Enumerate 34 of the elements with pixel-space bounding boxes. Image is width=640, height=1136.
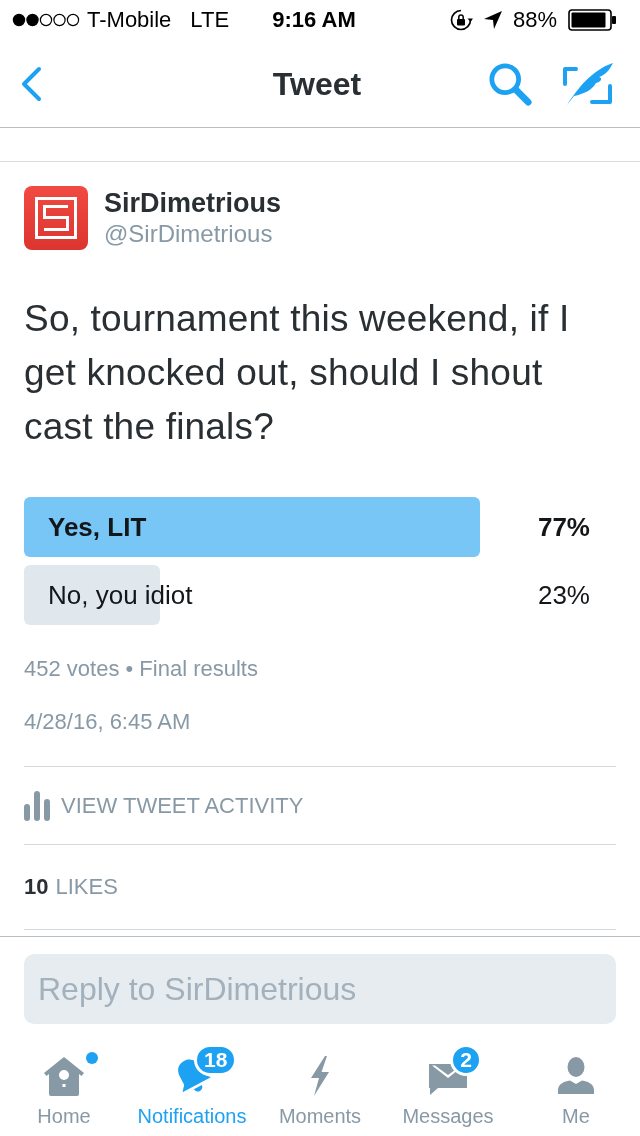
- signal-strength-icon: [12, 13, 80, 27]
- avatar-logo-icon: [24, 186, 88, 250]
- battery-percent: 88%: [512, 7, 557, 33]
- tweet-text: So, tournament this weekend, if I get knocked out, should I shout cast the finals?: [24, 297, 571, 449]
- tab-bar-item[interactable]: 2 Messages: [384, 1040, 512, 1136]
- bar-chart-icon: [24, 790, 50, 821]
- network-type: LTE: [190, 7, 230, 33]
- search-icon: [488, 61, 532, 106]
- reply-field[interactable]: Reply to SirDimetrious: [24, 954, 616, 1024]
- tab-bar-item[interactable]: Home: [0, 1040, 128, 1136]
- poll-percent: 77%: [537, 511, 590, 543]
- tab-bar-item[interactable]: Me: [512, 1040, 640, 1136]
- poll-option-label: Yes, LIT: [48, 511, 147, 543]
- poll-summary: 452 votes • Final results: [24, 655, 259, 683]
- likes-label: LIKES: [55, 873, 118, 901]
- feather-compose-icon: [562, 61, 614, 106]
- poll-option-label: No, you idiot: [48, 579, 193, 611]
- author-name: SirDimetrious: [104, 187, 282, 219]
- status-time: 9:16 AM: [272, 7, 356, 33]
- chevron-left-icon: [20, 65, 42, 102]
- tab-bar-item[interactable]: Moments: [256, 1040, 384, 1136]
- birdhouse-icon: [42, 1054, 86, 1098]
- tab-bar-item[interactable]: 18 Notifications: [128, 1040, 256, 1136]
- carrier-name: T-Mobile: [87, 7, 172, 33]
- battery-icon: [568, 9, 616, 31]
- screen-title: Tweet: [272, 64, 362, 104]
- author-handle: @SirDimetrious: [104, 219, 274, 249]
- view-activity-link[interactable]: VIEW TWEET ACTIVITY: [61, 791, 304, 820]
- count-badge: 2: [450, 1044, 482, 1076]
- rotation-lock-icon: [448, 8, 473, 32]
- location-arrow-icon: [483, 11, 502, 29]
- poll-percent: 23%: [537, 579, 590, 611]
- likes-count: 10: [24, 873, 49, 901]
- tweet-timestamp: 4/28/16, 6:45 AM: [24, 708, 192, 736]
